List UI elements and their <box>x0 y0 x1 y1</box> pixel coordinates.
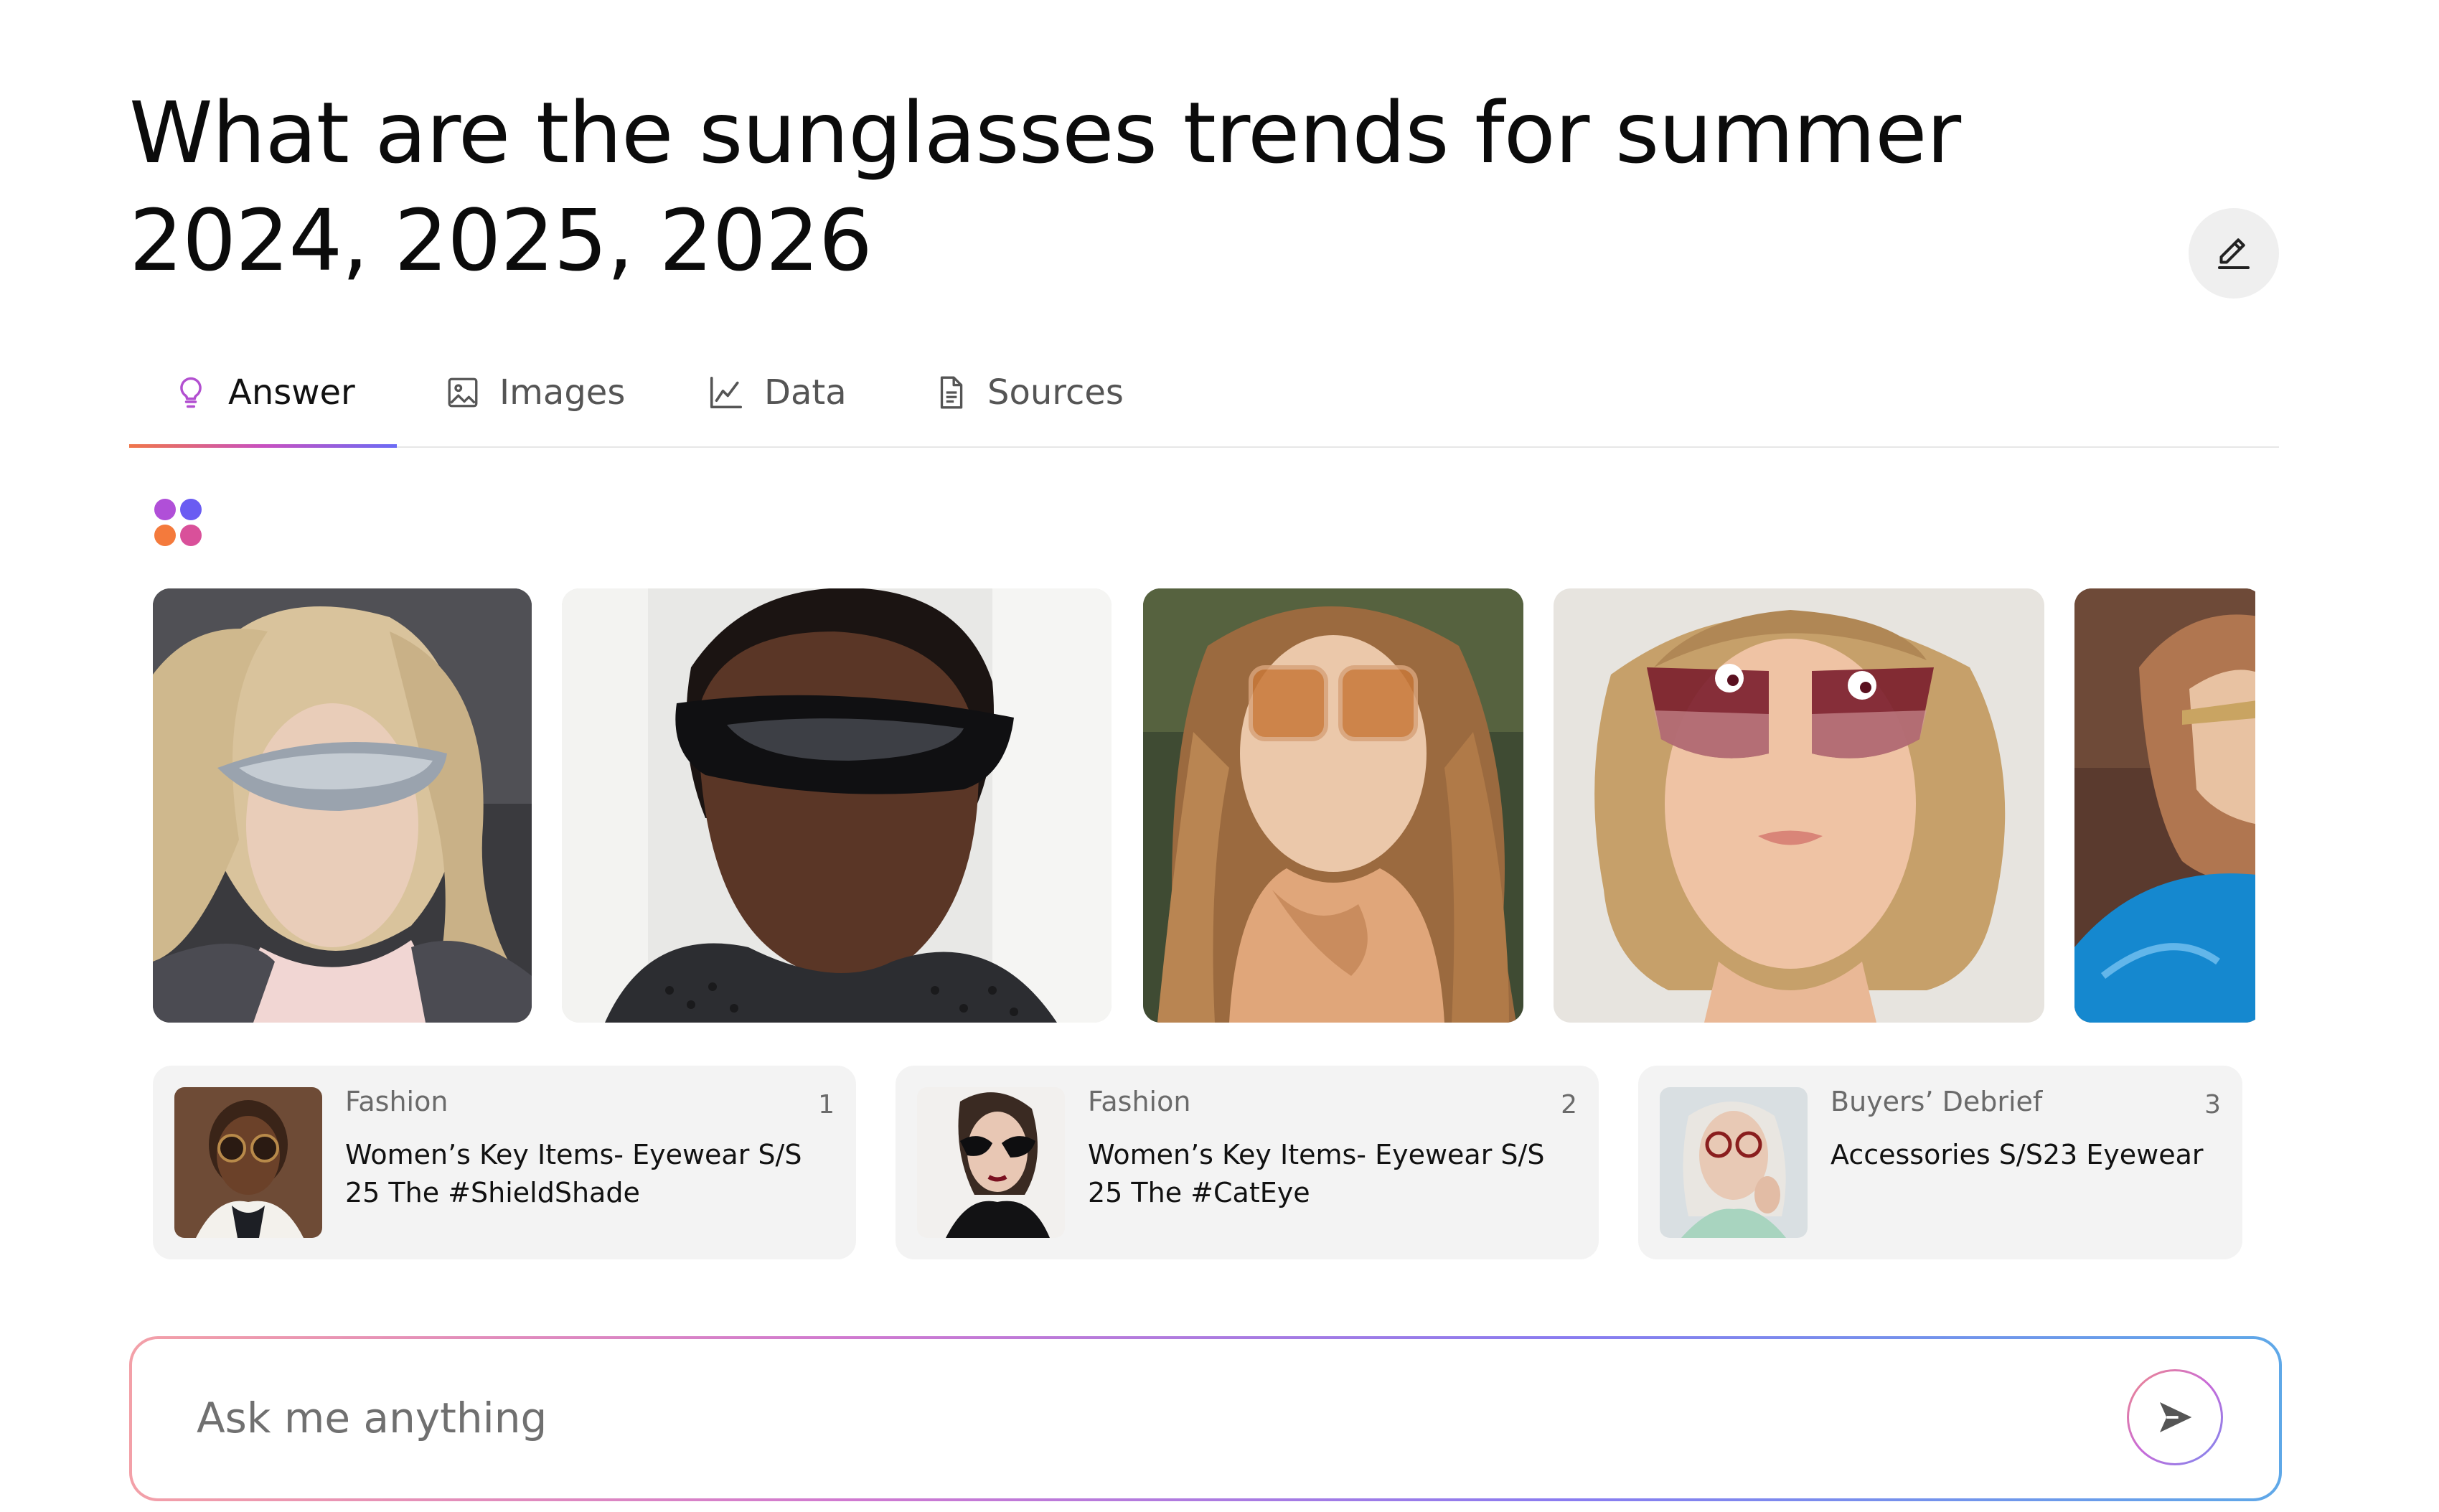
page-title: What are the sunglasses trends for summe… <box>129 83 1961 290</box>
gold-frame-sunglasses-photo <box>2074 588 2255 1023</box>
ask-box <box>129 1336 2282 1501</box>
source-title: Women’s Key Items- Eyewear S/S 25 The #C… <box>1088 1139 1545 1208</box>
tab-sources-label: Sources <box>987 372 1124 413</box>
wraparound-visor-photo <box>562 588 1112 1023</box>
source-thumbnail <box>174 1087 322 1238</box>
gallery-image-3[interactable] <box>1143 588 1523 1023</box>
tab-answer-label: Answer <box>228 372 355 413</box>
pencil-icon <box>2218 238 2250 269</box>
send-icon <box>2160 1402 2192 1432</box>
document-icon <box>940 376 963 409</box>
source-thumbnail <box>1660 1087 1808 1238</box>
tab-data-label: Data <box>764 372 847 413</box>
active-tab-indicator <box>129 444 397 448</box>
tab-images[interactable]: Images <box>445 337 625 448</box>
source-number: 3 <box>2204 1090 2221 1119</box>
tab-answer[interactable]: Answer <box>172 337 355 448</box>
source-number: 1 <box>818 1090 835 1119</box>
line-chart-icon <box>710 376 743 409</box>
source-number: 2 <box>1561 1090 1577 1119</box>
burgundy-rimless-sunglasses-photo <box>1554 588 2044 1023</box>
ask-box-inner <box>132 1339 2279 1498</box>
tab-data[interactable]: Data <box>707 337 847 448</box>
assistant-logo-icon <box>154 499 202 546</box>
source-category: Fashion <box>345 1086 448 1117</box>
send-button[interactable] <box>2127 1369 2223 1465</box>
gallery-image-2[interactable] <box>562 588 1112 1023</box>
gallery-image-1[interactable] <box>153 588 532 1023</box>
image-gallery <box>153 588 2255 1023</box>
source-category: Fashion <box>1088 1086 1191 1117</box>
image-icon <box>448 377 478 408</box>
tab-sources[interactable]: Sources <box>933 337 1124 448</box>
source-thumbnail <box>917 1087 1065 1238</box>
source-title: Accessories S/S23 Eyewear <box>1831 1139 2204 1170</box>
page: What are the sunglasses trends for summe… <box>0 0 2439 1512</box>
shield-sunglasses-photo <box>153 588 532 1023</box>
tab-bar: Answer Images Data Sources <box>129 337 2279 448</box>
source-title: Women’s Key Items- Eyewear S/S 25 The #S… <box>345 1139 802 1208</box>
edit-button[interactable] <box>2189 208 2279 299</box>
amber-square-sunglasses-photo <box>1143 588 1523 1023</box>
source-category: Buyers’ Debrief <box>1831 1086 2043 1117</box>
gallery-image-4[interactable] <box>1554 588 2044 1023</box>
ask-input[interactable] <box>197 1379 2048 1457</box>
lightbulb-icon <box>180 377 202 408</box>
gallery-image-5[interactable] <box>2074 588 2255 1023</box>
tab-images-label: Images <box>499 372 626 413</box>
source-card-2[interactable]: Fashion 2 Women’s Key Items- Eyewear S/S… <box>896 1066 1599 1259</box>
source-card-3[interactable]: Buyers’ Debrief 3 Accessories S/S23 Eyew… <box>1638 1066 2242 1259</box>
send-button-inner <box>2129 1371 2221 1463</box>
source-card-1[interactable]: Fashion 1 Women’s Key Items- Eyewear S/S… <box>153 1066 856 1259</box>
